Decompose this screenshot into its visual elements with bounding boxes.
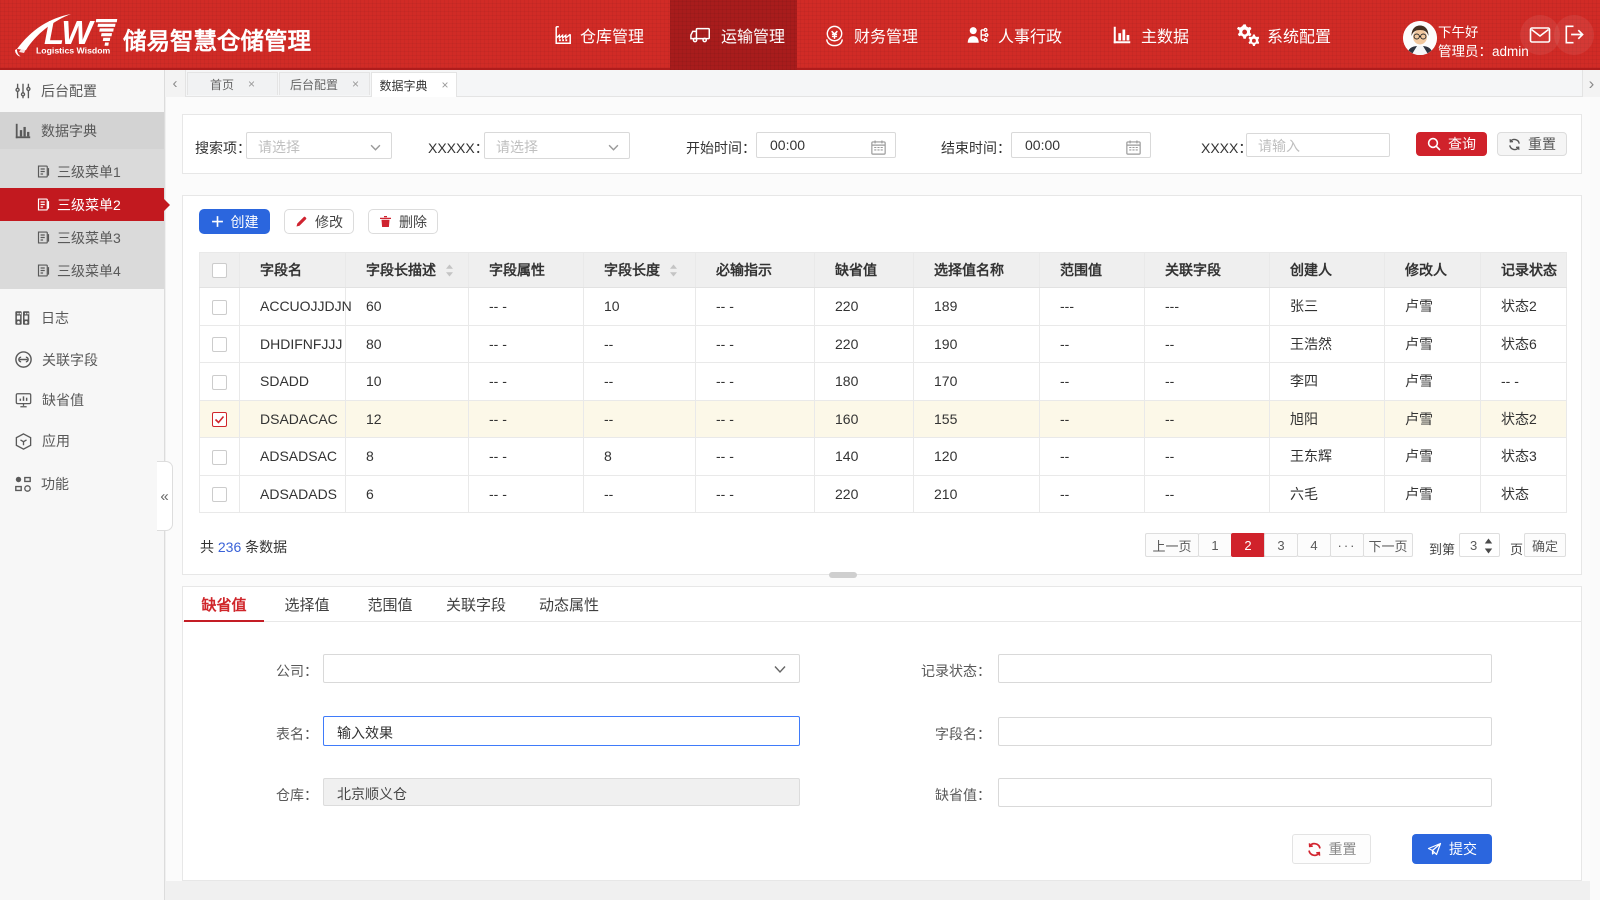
svg-text:Logistics Wisdom: Logistics Wisdom: [36, 46, 111, 56]
